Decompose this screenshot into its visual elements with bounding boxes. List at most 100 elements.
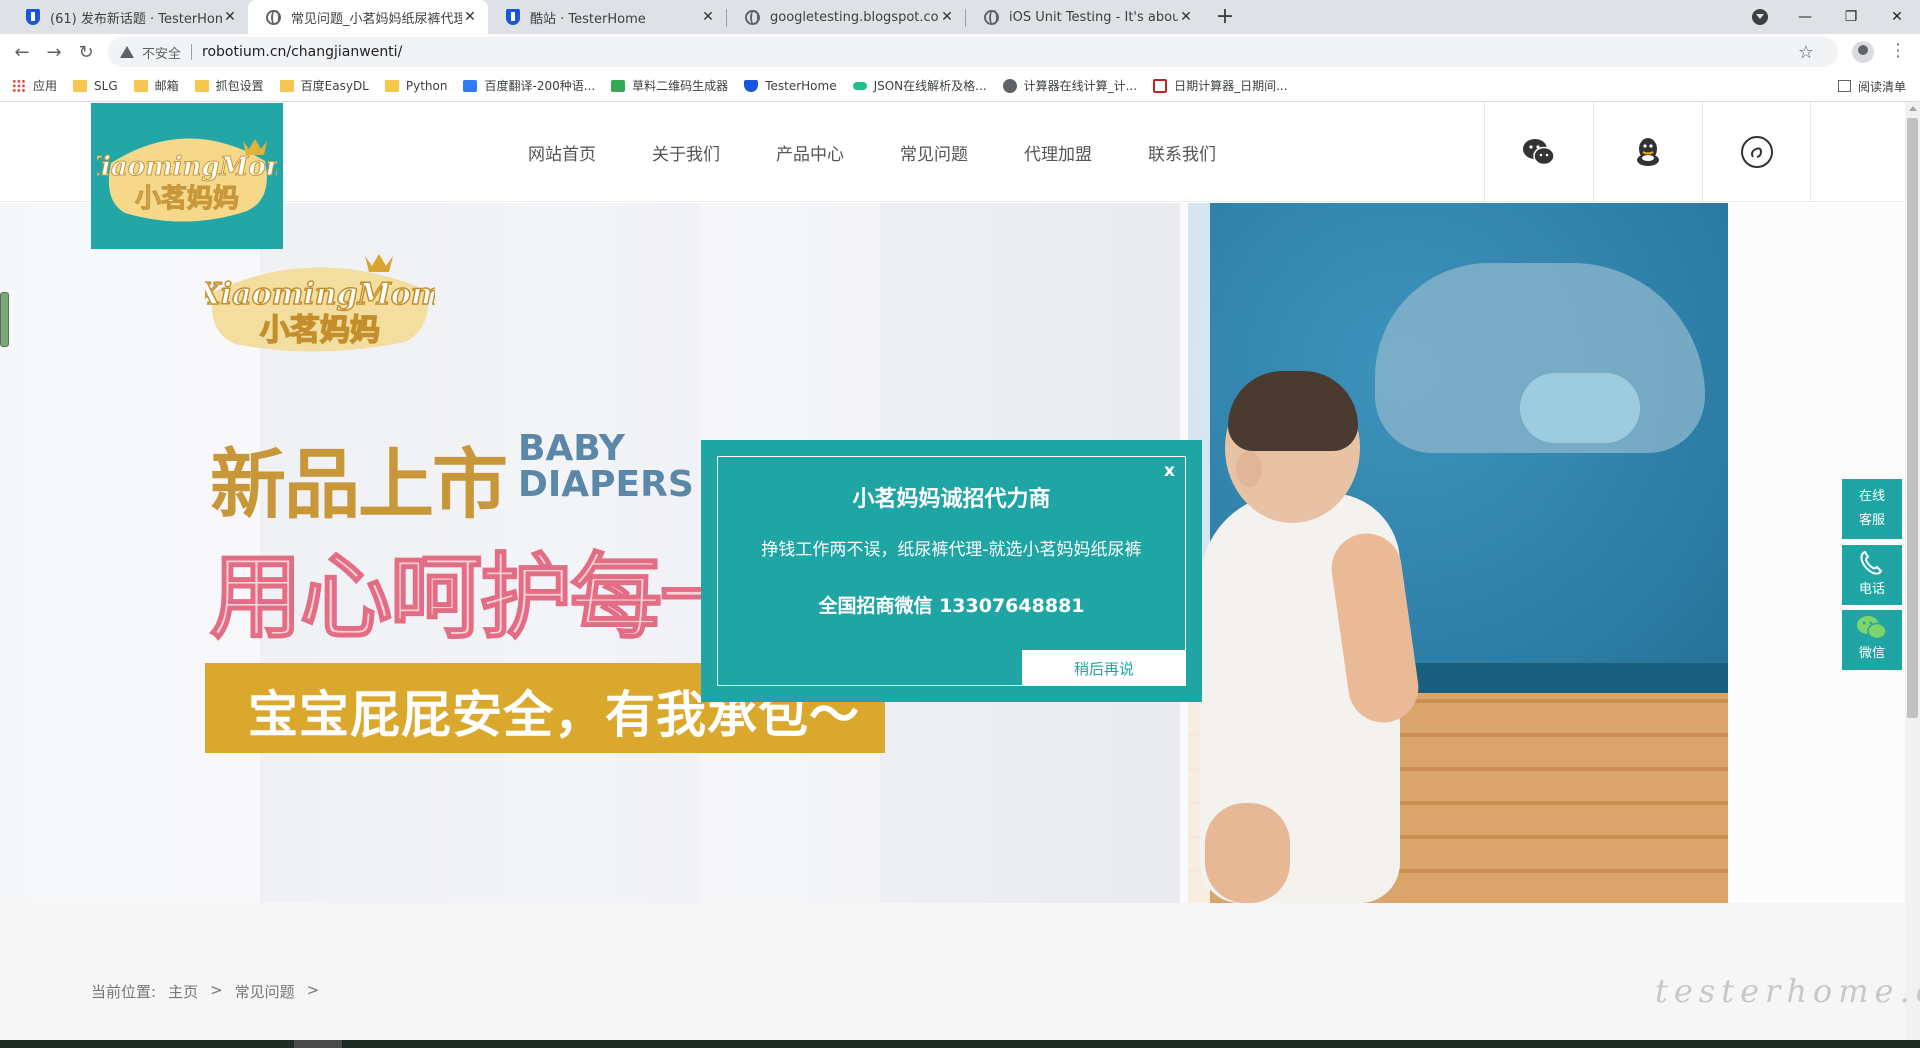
tab-title: 常见问题_小茗妈妈纸尿裤代理 [291, 11, 462, 27]
headline-baby-diapers: BABY DIAPERS [518, 431, 694, 503]
bookmark-label: 抓包设置 [215, 79, 264, 93]
tab-close-icon[interactable]: ✕ [939, 9, 955, 25]
bookmark-date-calculator[interactable]: 日期计算器_日期间... [1153, 77, 1288, 94]
bookmark-label: JSON在线解析及格... [873, 79, 987, 93]
breadcrumb-separator: > [306, 981, 320, 999]
breadcrumb-separator: > [210, 981, 223, 999]
scroll-up-arrow-icon[interactable] [1909, 106, 1917, 111]
bookmark-label: 百度翻译-200种语... [484, 79, 596, 93]
site-logo[interactable]: XiaomingMom 小茗妈妈 [91, 103, 283, 249]
address-bar[interactable]: 不安全 robotium.cn/changjianwenti/ ☆ [108, 37, 1838, 67]
bookmark-label: TesterHome [765, 78, 837, 93]
bookmark-slg[interactable]: SLG [73, 79, 118, 93]
tab-testerhome-new-topic[interactable]: (61) 发布新话题 · TesterHome ✕ [8, 0, 248, 34]
left-edge-widget[interactable] [0, 292, 9, 347]
bookmark-python[interactable]: Python [384, 79, 447, 93]
testerhome-watermark: testerhome.com [1655, 972, 1920, 1010]
bookmark-label: SLG [94, 78, 118, 93]
bookmark-apps[interactable]: 应用 [12, 77, 57, 94]
popup-close-button[interactable]: x [1164, 461, 1175, 481]
bookmark-baidu-translate[interactable]: 百度翻译-200种语... [463, 77, 595, 94]
menu-dots-icon[interactable]: · · · [1894, 37, 1902, 65]
tab-close-icon[interactable]: ✕ [1178, 9, 1194, 25]
headline-new-product: 新品上市 [210, 440, 508, 529]
reload-icon[interactable]: ↻ [74, 40, 98, 64]
bookmark-label: 计算器在线计算_计... [1023, 79, 1138, 93]
bookmark-label: 邮箱 [154, 79, 179, 93]
tab-search-icon[interactable] [1752, 9, 1768, 25]
bookmark-testerhome[interactable]: TesterHome [744, 78, 837, 93]
logo-text-cn: 小茗妈妈 [135, 184, 239, 214]
site-header: 网站首页 关于我们 产品中心 常见问题 代理加盟 联系我们 [0, 102, 1905, 202]
tab-title: iOS Unit Testing - It's about TDD [1009, 9, 1178, 25]
back-arrow-icon[interactable]: ← [10, 40, 34, 64]
tab-close-icon[interactable]: ✕ [462, 9, 478, 25]
tab-faq-active[interactable]: 常见问题_小茗妈妈纸尿裤代理 ✕ [248, 0, 488, 34]
banner-logo-en: XiaomingMom [205, 277, 435, 312]
calendar-icon [1153, 78, 1168, 93]
nav-about[interactable]: 关于我们 [652, 140, 720, 165]
tab-testerhome-cool-sites[interactable]: 酷站 · TesterHome ✕ [488, 0, 726, 34]
float-label: 在线 [1858, 489, 1885, 504]
testerhome-shield-icon [744, 79, 759, 92]
bookmark-json[interactable]: JSON在线解析及格... [852, 77, 987, 94]
os-taskbar [0, 1040, 1920, 1048]
float-label: 微信 [1858, 646, 1885, 661]
tab-close-icon[interactable]: ✕ [700, 9, 716, 25]
nav-products[interactable]: 产品中心 [776, 140, 844, 165]
logo-text-en: XiaomingMom [97, 152, 277, 182]
popup-wechat: 全国招商微信 13307648881 [818, 595, 1085, 617]
float-wechat[interactable]: 微信 [1842, 610, 1902, 670]
qq-icon[interactable] [1593, 102, 1702, 202]
browser-toolbar: ← → ↻ 不安全 robotium.cn/changjianwenti/ ☆ … [0, 34, 1920, 70]
bookmark-mail[interactable]: 邮箱 [133, 77, 179, 94]
popup-later-button[interactable]: 稍后再说 [1022, 650, 1186, 686]
float-phone[interactable]: 电话 [1842, 545, 1902, 605]
globe-icon [745, 9, 760, 25]
tab-strip: (61) 发布新话题 · TesterHome ✕ 常见问题_小茗妈妈纸尿裤代理… [0, 0, 1920, 34]
testerhome-shield-icon [506, 9, 520, 25]
bookmark-qrcode[interactable]: 草料二维码生成器 [611, 77, 728, 94]
float-online-service[interactable]: 在线 客服 [1842, 479, 1902, 539]
profile-avatar-icon[interactable] [1852, 41, 1874, 63]
scrollbar-thumb[interactable] [1907, 118, 1918, 718]
headline-en-line: BABY [518, 428, 625, 469]
nav-contact[interactable]: 联系我们 [1148, 140, 1216, 165]
bookmark-star-icon[interactable]: ☆ [1798, 42, 1814, 63]
banner-logo-cn: 小茗妈妈 [260, 313, 380, 348]
breadcrumb-faq[interactable]: 常见问题 [235, 981, 295, 1002]
bookmark-capture[interactable]: 抓包设置 [194, 77, 264, 94]
bookmarks-bar: 应用 SLG 邮箱 抓包设置 百度EasyDL Python 百度翻译-200种… [0, 70, 1920, 102]
folder-icon [194, 79, 209, 92]
breadcrumb-home[interactable]: 主页 [168, 981, 198, 1002]
bookmark-easydl[interactable]: 百度EasyDL [279, 77, 369, 94]
logo-graphic: XiaomingMom 小茗妈妈 [97, 138, 277, 222]
bookmark-label: 日期计算器_日期间... [1174, 79, 1288, 93]
nav-faq[interactable]: 常见问题 [900, 140, 968, 165]
nav-franchise[interactable]: 代理加盟 [1024, 140, 1092, 165]
tab-close-icon[interactable]: ✕ [222, 9, 238, 25]
minimize-icon[interactable]: — [1782, 0, 1828, 34]
maximize-icon[interactable]: ❐ [1828, 0, 1874, 34]
reading-list-label: 阅读清单 [1857, 79, 1906, 94]
breadcrumb-label: 当前位置: [91, 983, 157, 1001]
security-label: 不安全 [142, 46, 182, 62]
reading-list[interactable]: 阅读清单 [1837, 70, 1906, 102]
new-tab-plus-icon[interactable]: + [1212, 6, 1238, 28]
wechat-icon[interactable] [1484, 102, 1593, 202]
popup-frame: x 小茗妈妈诚招代力商 挣钱工作两不误，纸尿裤代理-就选小茗妈妈纸尿裤 全国招商… [717, 456, 1186, 686]
folder-icon [73, 79, 88, 92]
bookmark-calculator[interactable]: 计算器在线计算_计... [1002, 77, 1138, 94]
globe-icon [266, 9, 281, 25]
baby-hippo-decoration [1520, 373, 1640, 443]
taskbar-item[interactable] [294, 1040, 342, 1048]
tab-googletesting[interactable]: googletesting.blogspot.com ✕ [727, 0, 965, 34]
folder-icon [279, 79, 294, 92]
nav-home[interactable]: 网站首页 [528, 140, 596, 165]
json-icon [852, 81, 867, 90]
url-divider [191, 44, 193, 60]
close-window-icon[interactable]: ✕ [1874, 0, 1920, 34]
weibo-icon[interactable] [1702, 102, 1811, 202]
tab-ios-unit-testing[interactable]: iOS Unit Testing - It's about TDD ✕ [966, 0, 1204, 34]
forward-arrow-icon[interactable]: → [42, 40, 66, 64]
